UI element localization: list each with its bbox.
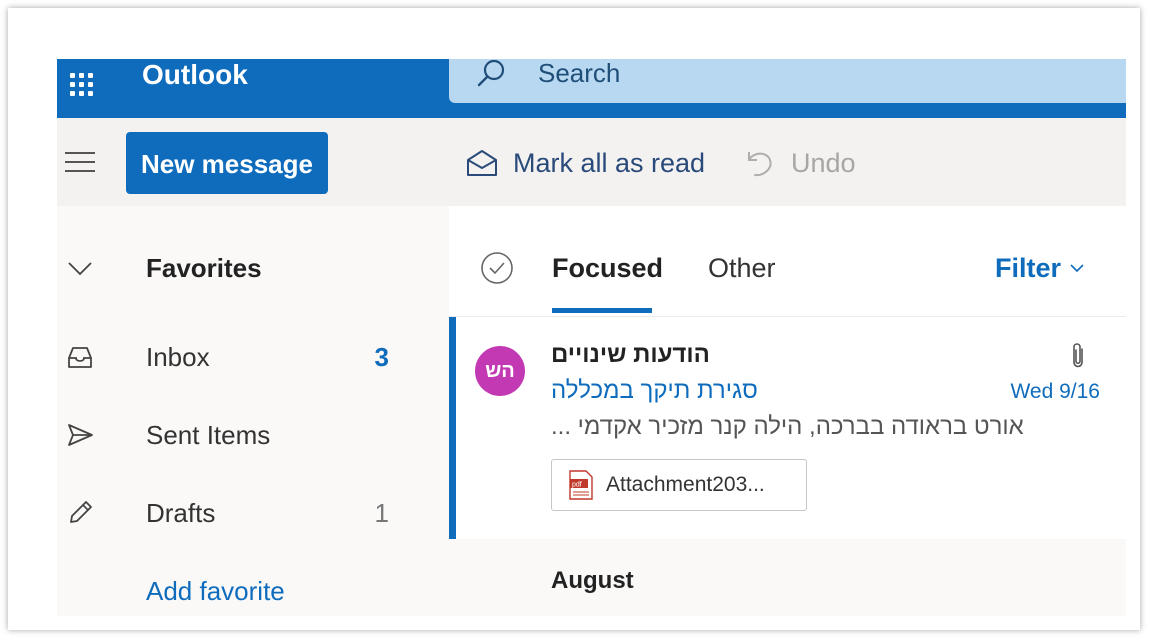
attachment-chip[interactable]: pdf Attachment203... bbox=[551, 459, 807, 511]
add-favorite-label: Add favorite bbox=[146, 575, 285, 606]
filter-button[interactable]: Filter bbox=[995, 251, 1085, 285]
selection-indicator bbox=[449, 317, 456, 539]
selected-tab-indicator bbox=[552, 308, 652, 313]
envelope-open-icon bbox=[467, 150, 497, 176]
message-date: Wed 9/16 bbox=[1010, 380, 1100, 403]
search-input[interactable]: Search bbox=[538, 59, 620, 87]
sidebar-item-label: Sent Items bbox=[146, 419, 271, 450]
inbox-pivot: Focused Other Filter bbox=[449, 206, 1126, 316]
svg-text:pdf: pdf bbox=[572, 482, 582, 489]
inbox-icon bbox=[68, 347, 92, 368]
message-list: Focused Other Filter הש הודעות שינויים ס… bbox=[449, 206, 1126, 616]
tab-focused[interactable]: Focused bbox=[552, 251, 663, 285]
pdf-file-icon: pdf bbox=[569, 470, 593, 500]
app-launcher-button[interactable] bbox=[57, 59, 105, 118]
message-item[interactable]: הש הודעות שינויים סגירת תיקך במכללה Wed … bbox=[449, 316, 1126, 539]
outlook-app: Outlook Search New message Mark all as r… bbox=[57, 59, 1126, 616]
favorites-label: Favorites bbox=[146, 252, 262, 283]
new-message-button[interactable]: New message bbox=[126, 132, 328, 194]
chevron-down-icon bbox=[1070, 264, 1084, 273]
undo-button[interactable]: Undo bbox=[743, 142, 856, 184]
select-all-checkbox-icon[interactable] bbox=[480, 251, 514, 285]
screenshot-frame: Outlook Search New message Mark all as r… bbox=[8, 8, 1140, 630]
waffle-icon bbox=[69, 73, 93, 96]
unread-count-badge: 3 bbox=[374, 341, 389, 372]
undo-icon bbox=[748, 152, 772, 177]
message-preview: אורט בראודה בברכה, הילה קנר מזכיר אקדמי … bbox=[551, 413, 1024, 440]
message-sender: הודעות שינויים bbox=[551, 341, 710, 368]
chevron-down-icon bbox=[68, 262, 92, 276]
sidebar-item-label: Drafts bbox=[146, 497, 216, 528]
folder-pane: Favorites Inbox 3 Sent Items Drafts 1 Ad… bbox=[57, 206, 445, 616]
hamburger-menu-icon[interactable] bbox=[65, 152, 95, 174]
add-favorite-link[interactable]: Add favorite bbox=[57, 561, 445, 616]
pencil-icon bbox=[70, 501, 92, 523]
message-subject: סגירת תיקך במכללה bbox=[551, 377, 758, 404]
tab-other[interactable]: Other bbox=[708, 251, 776, 285]
search-icon bbox=[477, 59, 505, 87]
draft-count: 1 bbox=[374, 497, 389, 528]
group-label: August bbox=[551, 567, 634, 594]
date-group-header: August bbox=[449, 539, 1126, 616]
send-icon bbox=[68, 424, 93, 446]
filter-label: Filter bbox=[994, 252, 1061, 283]
sidebar-item-drafts[interactable]: Drafts 1 bbox=[57, 483, 445, 543]
sidebar-item-inbox[interactable]: Inbox 3 bbox=[57, 327, 445, 387]
top-bar: Outlook Search bbox=[57, 59, 1126, 118]
attachment-name: Attachment203... bbox=[606, 473, 765, 496]
search-box[interactable]: Search bbox=[449, 59, 1126, 103]
paperclip-icon bbox=[1073, 343, 1083, 368]
mark-all-read-label: Mark all as read bbox=[513, 147, 706, 178]
command-bar: New message Mark all as read Undo bbox=[57, 118, 1126, 206]
sidebar-item-sent[interactable]: Sent Items bbox=[57, 405, 445, 465]
sidebar-item-label: Inbox bbox=[146, 341, 210, 372]
app-brand[interactable]: Outlook bbox=[142, 59, 248, 93]
avatar: הש bbox=[475, 346, 525, 396]
undo-label: Undo bbox=[791, 147, 856, 178]
mark-all-read-button[interactable]: Mark all as read bbox=[465, 142, 705, 184]
favorites-header[interactable]: Favorites bbox=[57, 238, 445, 298]
